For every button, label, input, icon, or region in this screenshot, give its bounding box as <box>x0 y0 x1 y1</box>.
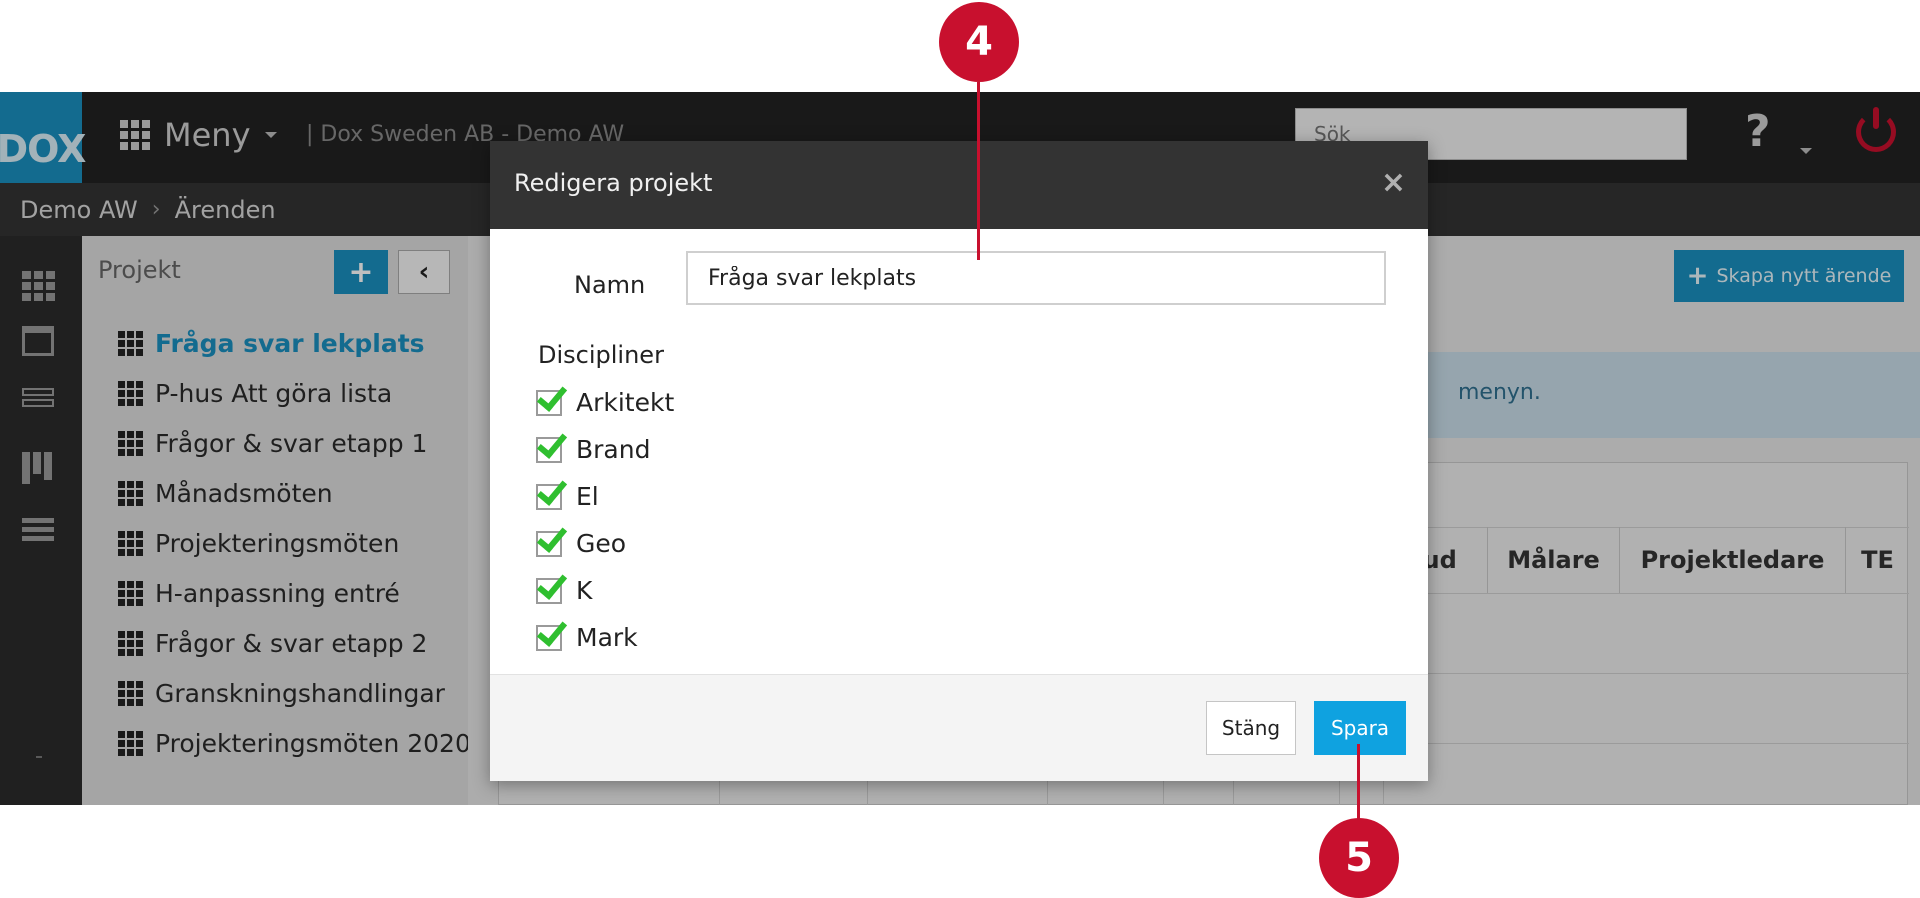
checkbox-checked-icon[interactable] <box>536 389 562 416</box>
dialog-header: Redigera projekt × <box>490 141 1428 229</box>
discipline-label: El <box>576 482 599 511</box>
project-name-input[interactable] <box>686 251 1386 305</box>
checkbox-checked-icon[interactable] <box>536 436 562 463</box>
discipline-label: Geo <box>576 529 627 558</box>
disciplines-label: Discipliner <box>538 341 664 369</box>
callout-leader-line <box>977 82 980 260</box>
discipline-item[interactable]: Mark <box>536 614 674 661</box>
save-button[interactable]: Spara <box>1314 701 1406 755</box>
discipline-item[interactable]: El <box>536 473 674 520</box>
checkbox-checked-icon[interactable] <box>536 530 562 557</box>
app-window: DOX Meny | Dox Sweden AB - Demo AW ? Dem… <box>0 92 1920 805</box>
discipline-item[interactable]: K <box>536 567 674 614</box>
discipline-label: K <box>576 576 593 605</box>
callout-badge: 5 <box>1319 818 1399 898</box>
discipline-item[interactable]: Arkitekt <box>536 379 674 426</box>
discipline-item[interactable]: Geo <box>536 520 674 567</box>
close-button[interactable]: Stäng <box>1206 701 1296 755</box>
discipline-label: Brand <box>576 435 651 464</box>
edit-project-dialog: Redigera projekt × Namn Discipliner Arki… <box>490 141 1428 781</box>
disciplines-list: Arkitekt Brand El Geo K Mark <box>536 379 674 661</box>
checkbox-checked-icon[interactable] <box>536 624 562 651</box>
checkbox-checked-icon[interactable] <box>536 577 562 604</box>
callout-badge: 4 <box>939 2 1019 82</box>
discipline-label: Arkitekt <box>576 388 675 417</box>
dialog-title: Redigera projekt <box>514 169 713 197</box>
checkbox-checked-icon[interactable] <box>536 483 562 510</box>
close-icon[interactable]: × <box>1381 165 1406 200</box>
dialog-footer: Stäng Spara <box>490 674 1428 781</box>
discipline-item[interactable]: Brand <box>536 426 674 473</box>
name-label: Namn <box>574 271 646 299</box>
discipline-label: Mark <box>576 623 638 652</box>
callout-leader-line <box>1357 744 1360 820</box>
